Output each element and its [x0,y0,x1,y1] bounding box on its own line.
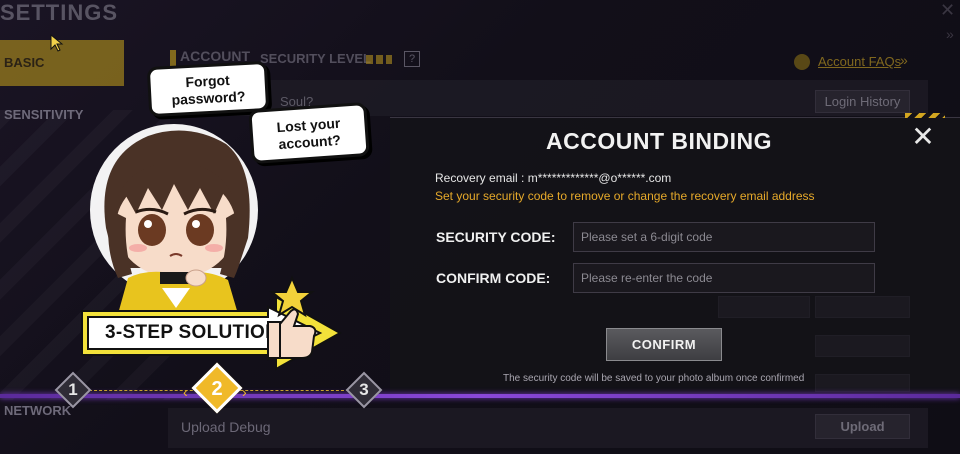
account-faqs-link[interactable]: Account FAQs [818,54,901,69]
bubble-text-2: Lost your account? [276,114,342,153]
login-history-button[interactable]: Login History [815,90,910,113]
globe-icon [794,54,810,70]
background-button-faint-3 [815,335,910,357]
background-chevron-icon: » [946,26,954,42]
thumbs-up-icon [267,275,317,359]
confirm-button[interactable]: CONFIRM [606,328,722,361]
hazard-stripe [905,113,945,118]
background-button-faint-2 [815,296,910,318]
recovery-email-separator: : [521,171,528,185]
recovery-email-label: Recovery email [435,171,518,185]
recovery-note: Set your security code to remove or chan… [435,189,815,203]
security-level-bars [366,55,392,64]
double-chevron-icon: » [900,52,908,68]
speech-bubble-lost-account: Lost your account? [248,101,370,165]
purple-divider [0,394,960,398]
recovery-email-value: m*************@o******.com [527,171,672,185]
recovery-email-line: Recovery email : m*************@o******.… [435,171,671,185]
confirm-code-input[interactable] [573,263,875,293]
step-2-label: 2 [211,378,223,400]
upload-button[interactable]: Upload [815,414,910,439]
background-close-icon: ✕ [940,0,956,20]
dialog-title: ACCOUNT BINDING [546,128,772,154]
settings-title: SETTINGS [0,0,119,25]
security-level-label: SECURITY LEVEL [260,51,372,66]
step-3-label: 3 [359,380,369,399]
help-icon[interactable]: ? [404,51,420,67]
mouse-cursor-icon [50,34,64,52]
bubble-text-1: Forgot password? [171,71,246,108]
background-button-faint-4 [815,374,910,392]
background-button-faint-1 [718,296,810,318]
photo-album-note: The security code will be saved to your … [503,373,805,384]
banner-text: 3-STEP SOLUTION [105,322,280,343]
security-code-label: SECURITY CODE: [436,229,556,245]
step-1-label: 1 [68,380,78,399]
step-2-left-chevron-icon: ‹ [183,384,188,400]
security-code-input[interactable] [573,222,875,252]
upload-debug-row [168,408,928,448]
close-icon[interactable]: ✕ [910,123,936,151]
confirm-code-label: CONFIRM CODE: [436,270,551,286]
chibi-character [90,124,258,314]
upload-debug-label: Upload Debug [181,419,271,435]
game-screen: SETTINGS BASIC SENSITIVITY NETWORK ACCOU… [0,0,960,454]
speech-bubble-forgot-password: Forgot password? [146,60,270,118]
step-2-right-chevron-icon: › [242,384,247,400]
